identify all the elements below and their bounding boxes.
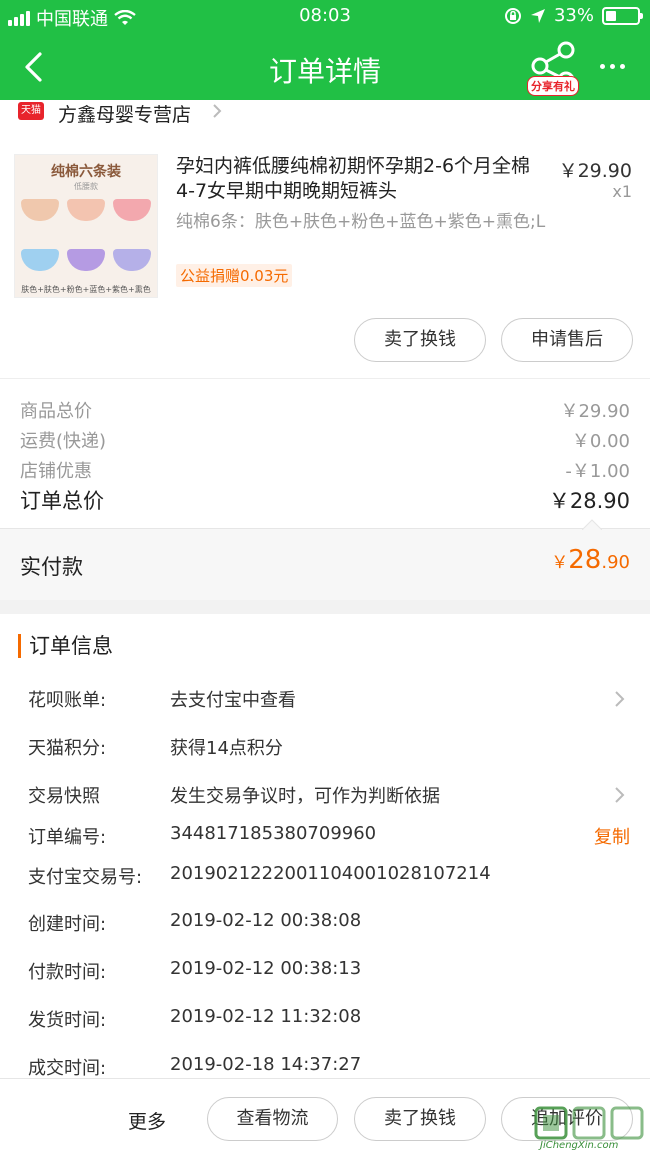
summary-value: ￥0.00 xyxy=(571,431,630,452)
info-value: 2019-02-12 11:32:08 xyxy=(170,1006,362,1027)
summary-value: ￥29.90 xyxy=(560,401,630,422)
info-label: 成交时间: xyxy=(28,1058,107,1079)
shop-name[interactable]: 方鑫母婴专营店 xyxy=(58,100,191,127)
order-info-section: 订单信息 花呗账单: 去支付宝中查看 天猫积分: 获得14点积分 交易快照 发生… xyxy=(0,614,650,1080)
paid-label: 实付款 xyxy=(20,555,83,579)
info-row-created: 创建时间: 2019-02-12 00:38:08 xyxy=(28,910,630,936)
product-card[interactable]: 纯棉六条装 低腰款 肤色+肤色+粉色+蓝色+紫色+熏色 孕妇内裤低腰纯棉初期怀孕… xyxy=(0,126,650,378)
order-info-heading: 订单信息 xyxy=(18,634,113,658)
summary-label: 运费(快递) xyxy=(20,431,107,452)
info-label: 发货时间: xyxy=(28,1010,107,1031)
status-bar: 中国联通 08:03 33% xyxy=(0,0,650,34)
swatch-1 xyxy=(21,199,59,221)
swatch-6 xyxy=(113,249,151,271)
summary-row: 商品总价 ￥29.90 xyxy=(20,397,630,423)
rotation-lock-icon xyxy=(504,7,521,24)
order-total-row: 订单总价 ￥28.90 xyxy=(20,485,630,515)
info-label: 创建时间: xyxy=(28,914,107,935)
swatch-2 xyxy=(67,199,105,221)
info-label: 花呗账单: xyxy=(28,690,107,711)
watermark-text: JiChengXin.com xyxy=(540,1140,619,1151)
paid-row: 实付款 ￥28.90 xyxy=(0,528,650,600)
location-icon xyxy=(530,8,545,23)
chevron-right-icon xyxy=(213,104,222,118)
product-quantity: x1 xyxy=(612,182,632,201)
info-row-huabei[interactable]: 花呗账单: 去支付宝中查看 xyxy=(28,686,630,712)
info-value: 去支付宝中查看 xyxy=(170,690,296,711)
info-row-completed: 成交时间: 2019-02-18 14:37:27 xyxy=(28,1054,630,1080)
copy-button[interactable]: 复制 xyxy=(594,823,630,849)
chevron-right-icon xyxy=(615,691,625,707)
info-value: 2019-02-18 14:37:27 xyxy=(170,1054,362,1075)
info-label: 订单编号: xyxy=(28,827,107,848)
product-spec: 纯棉6条：肤色+肤色+粉色+蓝色+紫色+熏色;L xyxy=(176,212,546,232)
battery-level xyxy=(606,10,616,21)
battery-icon xyxy=(602,6,643,25)
price-summary: 商品总价 ￥29.90 运费(快递) ￥0.00 店铺优惠 -￥1.00 订单总… xyxy=(0,378,650,528)
swatch-5 xyxy=(67,249,105,271)
caret-up-icon xyxy=(582,519,602,530)
product-thumbnail[interactable]: 纯棉六条装 低腰款 肤色+肤色+粉色+蓝色+紫色+熏色 xyxy=(14,154,158,298)
paid-decimal: .90 xyxy=(601,552,630,573)
status-right: 33% xyxy=(504,5,643,26)
swatch-4 xyxy=(21,249,59,271)
view-logistics-button[interactable]: 查看物流 xyxy=(207,1097,338,1141)
paid-integer: 28 xyxy=(568,545,602,575)
order-total-label: 订单总价 xyxy=(20,489,104,513)
paid-amount: ￥28.90 xyxy=(551,545,630,575)
info-value: 344817185380709960 xyxy=(170,823,377,844)
info-label: 支付宝交易号: xyxy=(28,867,143,888)
swatch-3 xyxy=(113,199,151,221)
info-label: 付款时间: xyxy=(28,962,107,983)
sell-button-bottom[interactable]: 卖了换钱 xyxy=(354,1097,486,1141)
summary-label: 店铺优惠 xyxy=(20,461,92,482)
more-button[interactable]: 更多 xyxy=(128,1107,166,1134)
info-value: 发生交易争议时，可作为判断依据 xyxy=(170,786,440,807)
thumb-title: 纯棉六条装 xyxy=(51,164,121,180)
app-header: 中国联通 08:03 33% 订单详情 分享有礼 xyxy=(0,0,650,100)
info-row-shipped: 发货时间: 2019-02-12 11:32:08 xyxy=(28,1006,630,1032)
info-row-snapshot[interactable]: 交易快照 发生交易争议时，可作为判断依据 xyxy=(28,782,630,808)
info-label: 天猫积分: xyxy=(28,738,107,759)
product-title[interactable]: 孕妇内裤低腰纯棉初期怀孕期2-6个月全棉4-7女早期中期晚期短裤头 xyxy=(176,154,546,204)
nav-bar: 订单详情 分享有礼 xyxy=(0,34,650,100)
product-price: ￥29.90 xyxy=(558,160,632,182)
info-row-order-id: 订单编号: 344817185380709960 复制 xyxy=(28,823,630,849)
paid-currency: ￥ xyxy=(551,553,569,573)
summary-row: 店铺优惠 -￥1.00 xyxy=(20,457,630,483)
info-row-points: 天猫积分: 获得14点积分 xyxy=(28,734,630,760)
shop-row[interactable]: 天猫 方鑫母婴专营店 xyxy=(0,100,650,126)
battery-percent: 33% xyxy=(553,5,594,26)
info-value: 2019-02-12 00:38:08 xyxy=(170,910,362,931)
thumb-subtitle: 低腰款 xyxy=(74,182,98,191)
info-row-alipay-id: 支付宝交易号: 2019021222001104001028107214 xyxy=(28,863,630,889)
info-value: 2019-02-12 00:38:13 xyxy=(170,958,362,979)
chevron-right-icon xyxy=(615,787,625,803)
info-value: 获得14点积分 xyxy=(170,738,283,759)
share-badge[interactable]: 分享有礼 xyxy=(527,76,579,96)
charity-tag: 公益捐赠0.03元 xyxy=(176,264,293,287)
after-sale-button[interactable]: 申请售后 xyxy=(501,318,633,362)
thumb-caption: 肤色+肤色+粉色+蓝色+紫色+熏色 xyxy=(21,285,151,294)
info-value: 2019021222001104001028107214 xyxy=(170,863,491,884)
info-row-paid: 付款时间: 2019-02-12 00:38:13 xyxy=(28,958,630,984)
summary-label: 商品总价 xyxy=(20,401,92,422)
more-menu-icon[interactable] xyxy=(600,64,625,69)
info-label: 交易快照 xyxy=(28,786,100,807)
tmall-tag: 天猫 xyxy=(18,102,44,120)
sell-button[interactable]: 卖了换钱 xyxy=(354,318,486,362)
summary-row: 运费(快递) ￥0.00 xyxy=(20,427,630,453)
order-total-value: ￥28.90 xyxy=(548,489,630,513)
summary-value: -￥1.00 xyxy=(565,461,630,482)
